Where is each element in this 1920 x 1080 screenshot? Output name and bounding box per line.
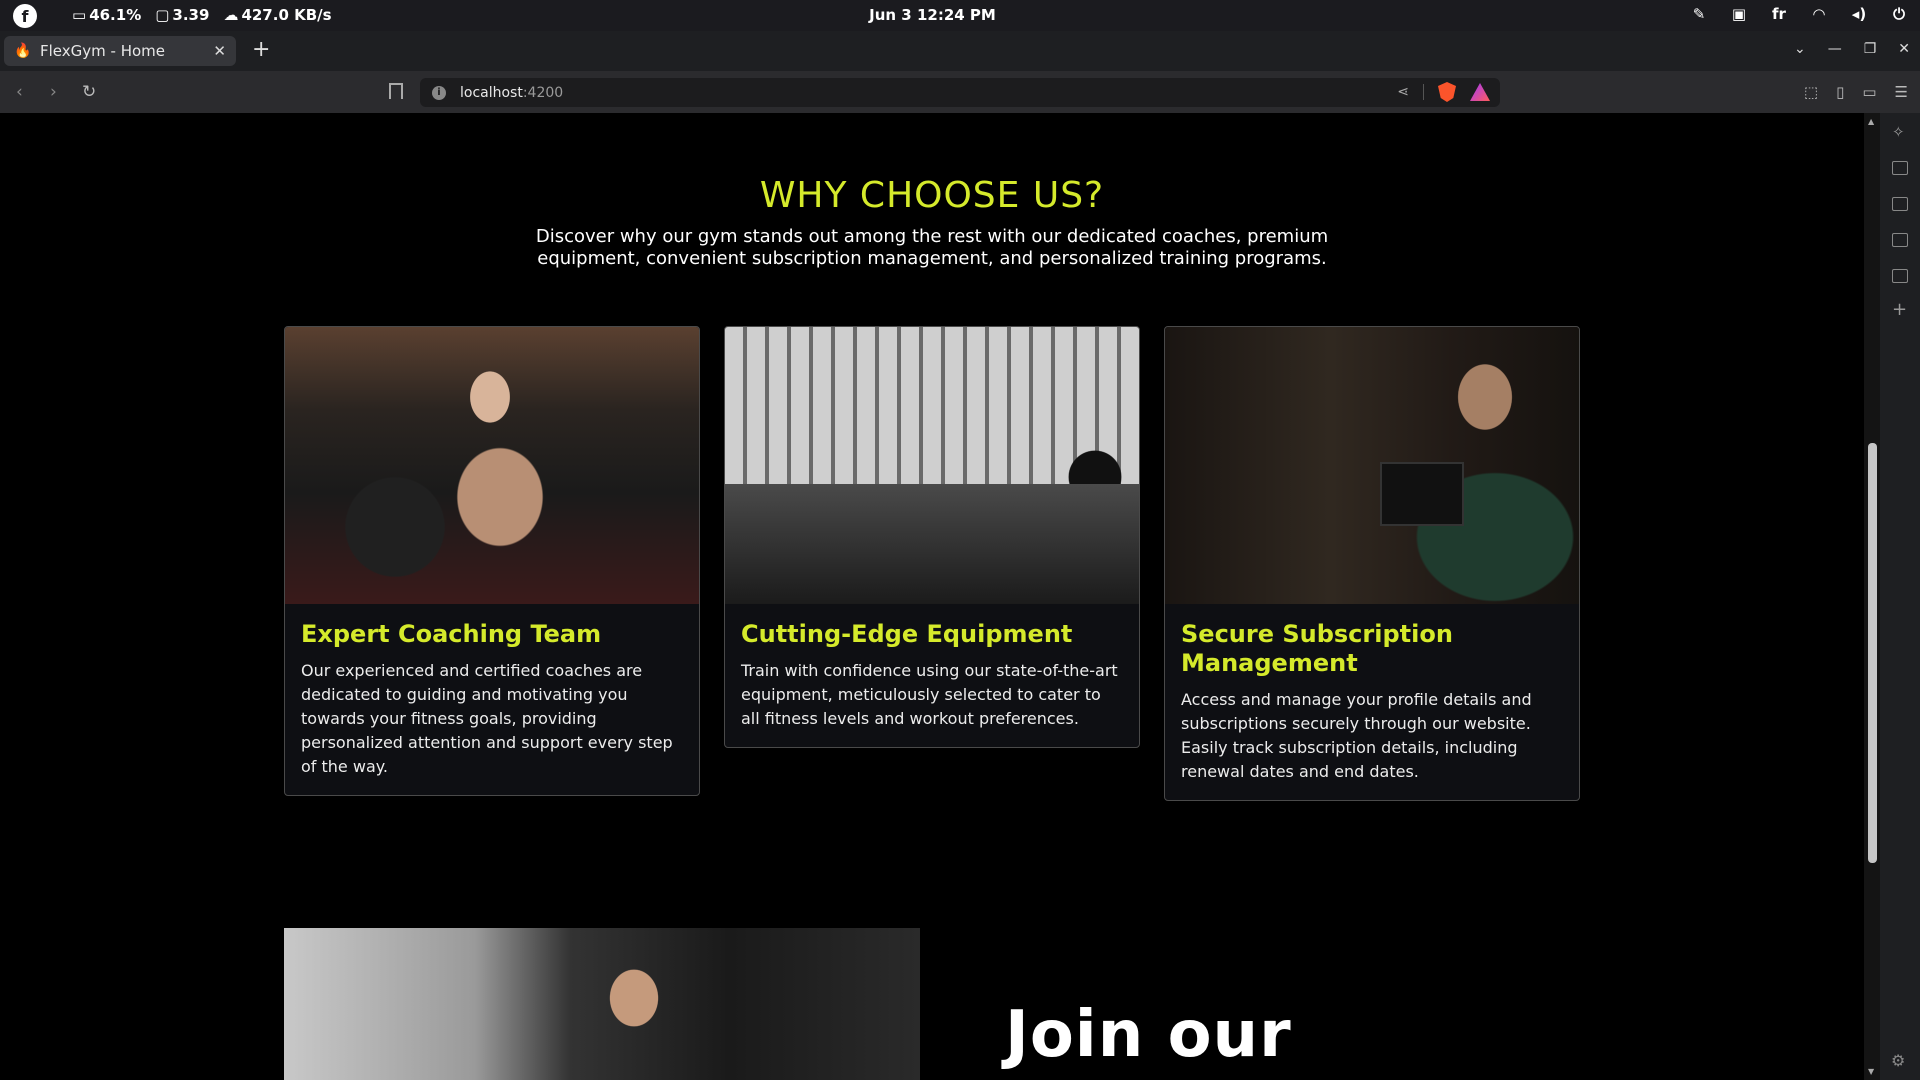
feature-card-coaching: Expert Coaching Team Our experienced and… [284, 326, 700, 796]
divider [1423, 84, 1424, 100]
coach-image [285, 327, 699, 604]
feature-card-equipment: Cutting-Edge Equipment Train with confid… [724, 326, 1140, 748]
brave-shields-icon[interactable] [1438, 82, 1456, 102]
forward-icon[interactable]: › [50, 82, 57, 102]
add-panel-icon[interactable]: + [1892, 299, 1907, 320]
site-info-icon[interactable]: i [432, 85, 446, 100]
join-section-image [284, 928, 920, 1080]
bookmark-icon[interactable] [389, 83, 403, 99]
maximize-icon[interactable]: ❐ [1864, 41, 1877, 57]
keyboard-layout[interactable]: fr [1770, 5, 1788, 23]
tab-strip: 🔥 FlexGym - Home ✕ + ⌄ — ❐ ✕ [0, 31, 1920, 71]
wifi-icon[interactable]: ◠ [1810, 5, 1828, 23]
section-subtitle: Discover why our gym stands out among th… [535, 226, 1329, 269]
feature-card-subscription: Secure Subscription Management Access an… [1164, 326, 1580, 801]
section-title: WHY CHOOSE US? [759, 175, 1105, 216]
page-content: WHY CHOOSE US? Discover why our gym stan… [0, 113, 1864, 1080]
color-picker-icon[interactable]: ✎ [1690, 5, 1708, 23]
card-body: Secure Subscription Management Access an… [1165, 604, 1579, 800]
system-tray: ✎ ▣ fr ◠ ◂) ⏻ [1690, 5, 1908, 23]
menu-icon[interactable]: ☰ [1895, 83, 1908, 101]
leo-ai-icon[interactable]: ✧ [1892, 123, 1905, 141]
os-top-bar: f ▭ 46.1% ▢ 3.39 ☁ 427.0 KB/s Jun 3 12:24 P… [0, 0, 1920, 31]
card-title: Secure Subscription Management [1181, 620, 1453, 677]
card-body: Cutting-Edge Equipment Train with confid… [725, 604, 1139, 747]
scroll-up-icon[interactable]: ▲ [1868, 117, 1874, 126]
share-icon[interactable]: ⋖ [1397, 84, 1409, 100]
extensions-icon[interactable]: ⬚ [1804, 83, 1818, 101]
back-icon[interactable]: ‹ [16, 82, 23, 102]
settings-gear-icon[interactable]: ⚙ [1891, 1051, 1905, 1070]
browser-side-panel: ✧ + ⚙ [1880, 113, 1920, 1080]
sidebar-toggle-icon[interactable]: ▯ [1836, 83, 1844, 101]
notification-badge [1486, 83, 1490, 89]
page-scrollbar[interactable]: ▲ ▼ [1864, 113, 1880, 1080]
volume-icon[interactable]: ◂) [1850, 5, 1868, 23]
brave-rewards-icon[interactable] [1470, 83, 1490, 101]
url-port: :4200 [522, 84, 564, 101]
close-tab-icon[interactable]: ✕ [213, 42, 226, 60]
window-controls: ⌄ — ❐ ✕ [1794, 41, 1910, 57]
url-host: localhost [460, 84, 523, 101]
close-window-icon[interactable]: ✕ [1898, 41, 1910, 57]
wallet-panel-icon[interactable] [1892, 197, 1908, 211]
power-icon[interactable]: ⏻ [1890, 5, 1908, 23]
card-body: Expert Coaching Team Our experienced and… [285, 604, 699, 795]
minimize-icon[interactable]: — [1828, 41, 1842, 57]
wallet-icon[interactable]: ▭ [1862, 83, 1876, 101]
tab-title: FlexGym - Home [40, 42, 165, 60]
tab-list-chevron-icon[interactable]: ⌄ [1794, 41, 1806, 57]
card-text: Our experienced and certified coaches ar… [301, 661, 673, 776]
toolbar-right: ⬚ ▯ ▭ ☰ [1804, 83, 1908, 101]
clock[interactable]: Jun 3 12:24 PM [0, 6, 1865, 24]
browser-toolbar: ‹ › ↻ i localhost:4200 ⋖ ⬚ ▯ ▭ ☰ [0, 71, 1920, 113]
subscription-image [1165, 327, 1579, 604]
history-panel-icon[interactable] [1892, 269, 1908, 283]
address-bar[interactable]: i localhost:4200 ⋖ [420, 78, 1500, 107]
card-text: Access and manage your profile details a… [1181, 690, 1532, 781]
scroll-thumb[interactable] [1868, 443, 1877, 863]
reload-icon[interactable]: ↻ [82, 82, 96, 102]
card-title: Cutting-Edge Equipment [741, 620, 1073, 648]
address-bar-actions: ⋖ [1397, 82, 1490, 102]
join-title: Join our [1005, 998, 1292, 1072]
flame-favicon-icon: 🔥 [14, 43, 32, 59]
card-title: Expert Coaching Team [301, 620, 602, 648]
tab-flexgym-home[interactable]: 🔥 FlexGym - Home ✕ [4, 36, 236, 66]
scroll-down-icon[interactable]: ▼ [1868, 1067, 1874, 1076]
new-tab-button[interactable]: + [252, 39, 270, 61]
card-text: Train with confidence using our state-of… [741, 661, 1118, 728]
bookmarks-panel-icon[interactable] [1892, 233, 1908, 247]
equipment-image [725, 327, 1139, 604]
clipboard-icon[interactable]: ▣ [1730, 5, 1748, 23]
reading-list-icon[interactable] [1892, 161, 1908, 175]
